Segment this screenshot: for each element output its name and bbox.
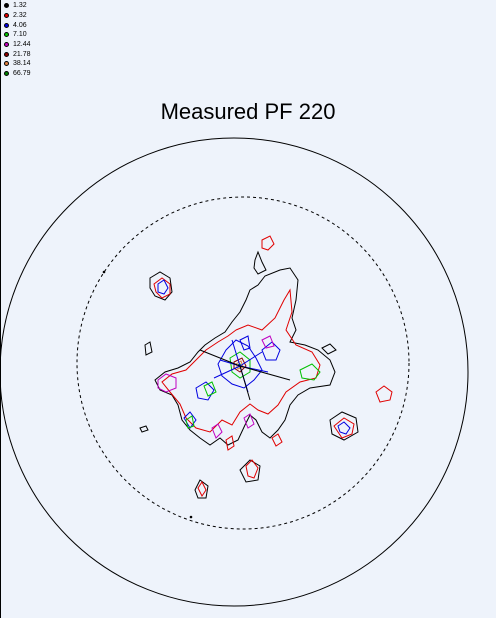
stray-point-1 — [102, 270, 106, 274]
contour-black-small-3 — [144, 341, 153, 356]
contour-black-small-2 — [253, 250, 267, 275]
contour-black-small-7 — [139, 425, 149, 433]
contour-blue-2 — [157, 279, 169, 295]
contour-red-small-4 — [375, 385, 393, 403]
inner-dashed-circle — [76, 196, 410, 530]
contour-magenta-1 — [157, 373, 177, 393]
contour-black-small-1 — [149, 271, 173, 301]
contour-green-3 — [203, 381, 217, 397]
contour-lines — [139, 235, 393, 499]
contour-blue-4 — [195, 381, 215, 401]
outer-circle — [0, 137, 469, 607]
contour-red-small-2 — [261, 235, 275, 251]
pole-figure-plot — [0, 137, 469, 607]
contour-blue-3 — [337, 421, 351, 435]
stray-point-2 — [189, 515, 193, 519]
contour-black-small-8 — [321, 343, 337, 355]
contour-red-small-7 — [271, 433, 283, 447]
contour-magenta-2 — [211, 423, 223, 439]
contour-green-2 — [299, 363, 321, 381]
contour-red-small-3 — [333, 417, 355, 439]
contour-magenta-4 — [261, 335, 275, 349]
contour-blue-6 — [239, 335, 251, 351]
